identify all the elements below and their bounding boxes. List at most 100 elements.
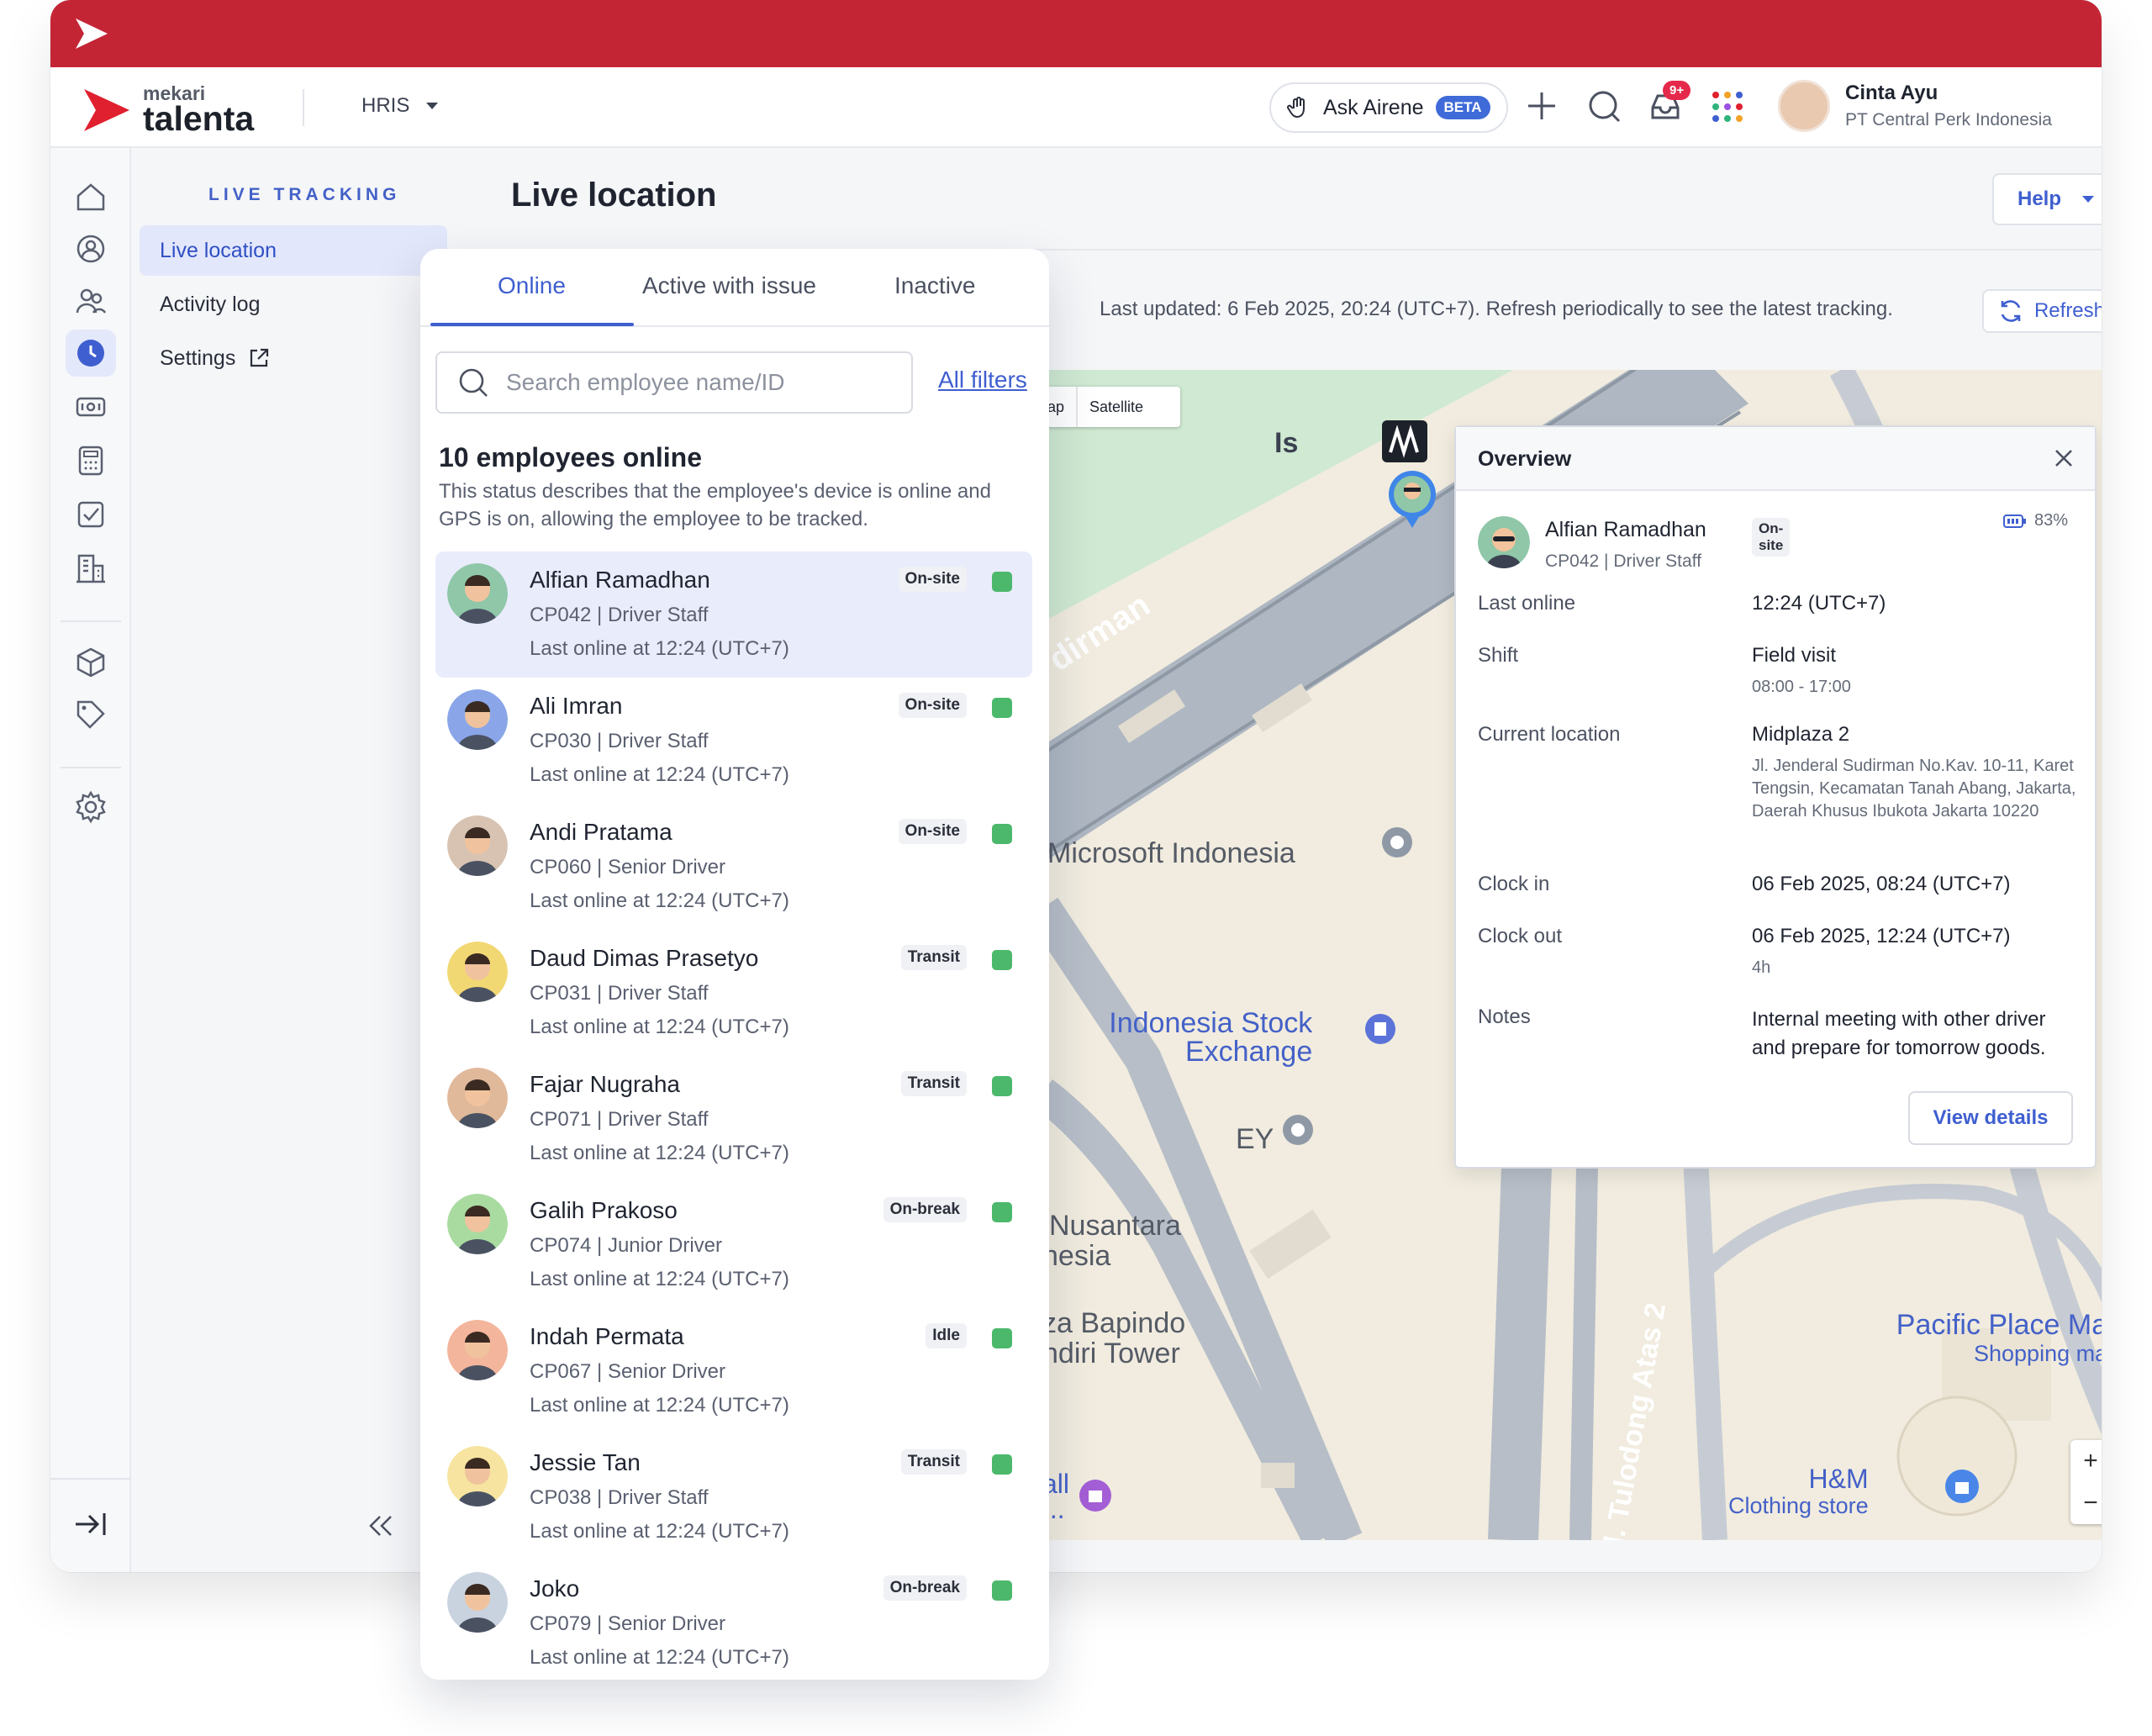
ask-airene-button[interactable]: Ask Airene BETA xyxy=(1269,82,1508,133)
overview-card: Overview Alfian Ramadhan On-site CP042 |… xyxy=(1454,425,2097,1169)
location-pin-icon[interactable] xyxy=(1281,1113,1315,1147)
zoom-in-button[interactable]: + xyxy=(2070,1440,2102,1482)
employee-last-online: Last online at 12:24 (UTC+7) xyxy=(530,1646,789,1669)
location-pin-icon[interactable] xyxy=(1380,826,1414,859)
external-link-icon xyxy=(251,348,269,367)
home-icon[interactable] xyxy=(66,173,116,220)
icon-rail xyxy=(50,148,131,1572)
payroll-icon[interactable] xyxy=(66,383,116,430)
employee-row[interactable]: Galih Prakoso CP074 | Junior Driver Last o… xyxy=(435,1182,1032,1308)
module-dropdown[interactable]: HRIS xyxy=(361,94,440,118)
employee-avatar xyxy=(447,815,508,876)
employee-last-online: Last online at 12:24 (UTC+7) xyxy=(530,1016,789,1038)
add-icon[interactable] xyxy=(1525,89,1559,123)
overview-title: Overview xyxy=(1478,447,1572,471)
employee-location-pin-icon[interactable] xyxy=(1382,420,1449,530)
employee-last-online: Last online at 12:24 (UTC+7) xyxy=(530,763,789,786)
user-avatar xyxy=(1778,80,1830,132)
search-input[interactable]: Search employee name/ID xyxy=(435,351,913,414)
employee-row[interactable]: Alfian Ramadhan CP042 | Driver Staff Last … xyxy=(435,551,1032,678)
settings-icon[interactable] xyxy=(66,784,116,831)
zoom-out-button[interactable]: − xyxy=(2070,1482,2102,1524)
online-indicator xyxy=(992,1580,1012,1601)
shopping-pin-icon[interactable] xyxy=(1078,1478,1113,1513)
employee-name: Fajar Nugraha xyxy=(530,1071,680,1097)
help-label: Help xyxy=(2017,187,2061,210)
profile-icon[interactable] xyxy=(66,225,116,272)
sub-navigation: LIVE TRACKING Live location Activity log… xyxy=(131,148,467,1572)
map-poi-line: Pacific Place Ma xyxy=(1896,1309,2102,1341)
task-icon[interactable] xyxy=(66,491,116,538)
subnav-item-activity-log[interactable]: Activity log xyxy=(140,279,447,330)
battery-value: 83% xyxy=(2034,511,2069,530)
map-poi-label: H&M Clothing store xyxy=(1728,1464,1869,1518)
view-details-button[interactable]: View details xyxy=(1908,1091,2073,1145)
clock-icon[interactable] xyxy=(66,330,116,377)
map-poi-label: Microsoft Indonesia xyxy=(1047,837,1295,869)
employee-avatar xyxy=(447,942,508,1002)
app-window: mekari talenta HRIS Ask Airene BETA 9+ C… xyxy=(50,0,2102,1572)
refresh-button[interactable]: Refresh xyxy=(1982,289,2102,333)
employee-avatar xyxy=(447,689,508,750)
tab-active-with-issue[interactable]: Active with issue xyxy=(642,272,816,299)
shift-value: Field visit xyxy=(1752,644,1837,667)
search-icon xyxy=(459,368,488,397)
shopping-pin-icon[interactable] xyxy=(1944,1468,1981,1505)
tab-online[interactable]: Online xyxy=(498,272,566,299)
map-toggle-satellite[interactable]: Satellite xyxy=(1078,398,1143,416)
map-poi-line: H&M xyxy=(1808,1464,1869,1494)
caret-down-icon xyxy=(426,103,439,109)
employee-name: Joko xyxy=(530,1575,580,1601)
employee-avatar xyxy=(447,563,508,624)
apps-grid-icon[interactable] xyxy=(1710,89,1745,124)
employee-name: Andi Pratama xyxy=(530,819,672,845)
map-poi-line: Indonesia Stock xyxy=(1109,1007,1313,1039)
box-icon[interactable] xyxy=(66,639,116,686)
rail-divider xyxy=(61,620,121,622)
hand-icon xyxy=(1287,97,1305,119)
topbar-divider xyxy=(303,89,304,126)
clock-out-label: Clock out xyxy=(1478,925,1563,947)
location-address: Jl. Jenderal Sudirman No.Kav. 10-11, Kar… xyxy=(1752,757,2076,821)
top-bar: mekari talenta HRIS Ask Airene BETA 9+ C… xyxy=(50,67,2102,148)
map-poi-line: Exchange xyxy=(1185,1036,1313,1068)
overview-avatar xyxy=(1478,516,1530,568)
subnav-item-live-location[interactable]: Live location xyxy=(140,225,447,276)
employee-row[interactable]: Jessie Tan CP038 | Driver Staff Last onlin… xyxy=(435,1434,1032,1560)
employee-row[interactable]: Indah Permata CP067 | Senior Driver Last o… xyxy=(435,1308,1032,1434)
status-badge: Transit xyxy=(900,1449,967,1475)
caret-down-icon xyxy=(2082,196,2094,203)
employee-row[interactable]: Ali Imran CP030 | Driver Staff Last online… xyxy=(435,678,1032,804)
employee-row[interactable]: Joko CP079 | Senior Driver Last online at … xyxy=(435,1560,1032,1680)
employee-last-online: Last online at 12:24 (UTC+7) xyxy=(530,637,789,660)
employee-row[interactable]: Andi Pratama CP060 | Senior Driver Last on… xyxy=(435,804,1032,930)
talenta-logo-icon xyxy=(84,89,129,131)
employee-role: CP067 | Senior Driver xyxy=(530,1360,725,1383)
employee-name: Alfian Ramadhan xyxy=(530,567,710,593)
user-menu[interactable]: Cinta Ayu PT Central Perk Indonesia xyxy=(1778,80,2052,132)
last-online-label: Last online xyxy=(1478,592,1576,615)
all-filters-link[interactable]: All filters xyxy=(938,367,1027,393)
tab-inactive[interactable]: Inactive xyxy=(894,272,976,299)
search-icon[interactable] xyxy=(1587,89,1622,124)
app-chevron-icon[interactable] xyxy=(72,15,111,52)
employee-role: CP038 | Driver Staff xyxy=(530,1486,709,1509)
subnav-item-label: Settings xyxy=(160,346,236,370)
active-tab-indicator xyxy=(430,323,634,326)
exchange-pin-icon[interactable] xyxy=(1363,1012,1397,1046)
user-company: PT Central Perk Indonesia xyxy=(1845,110,2052,129)
help-button[interactable]: Help xyxy=(1992,173,2102,225)
employee-row[interactable]: Fajar Nugraha CP071 | Driver Staff Last on… xyxy=(435,1056,1032,1182)
collapse-sidebar-icon[interactable] xyxy=(367,1513,395,1538)
tag-icon[interactable] xyxy=(66,691,116,738)
employee-row[interactable]: Daud Dimas Prasetyo CP031 | Driver Staff L… xyxy=(435,930,1032,1056)
building-icon[interactable] xyxy=(66,545,116,592)
close-icon[interactable] xyxy=(2051,446,2076,471)
map-type-toggle[interactable]: lap Satellite xyxy=(1042,387,1180,427)
people-icon[interactable] xyxy=(66,277,116,325)
expand-sidebar-icon[interactable] xyxy=(72,1510,109,1538)
mekari-talenta-logo[interactable]: mekari talenta xyxy=(82,84,254,136)
current-location-label: Current location xyxy=(1478,723,1621,746)
calculator-icon[interactable] xyxy=(66,437,116,484)
subnav-item-settings[interactable]: Settings xyxy=(140,333,447,383)
